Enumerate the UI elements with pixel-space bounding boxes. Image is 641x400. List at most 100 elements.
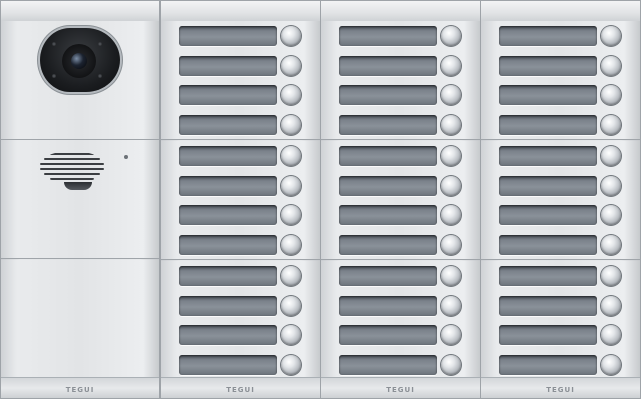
name-plate [499, 175, 597, 196]
ir-led [52, 74, 56, 78]
column-footer: TEGUI [321, 377, 480, 398]
name-plate [339, 205, 437, 225]
resident-row [499, 55, 623, 76]
name-plate [179, 234, 277, 255]
microphone-icon [64, 182, 92, 190]
name-plate [179, 26, 277, 46]
name-plate [499, 26, 597, 46]
call-button[interactable] [441, 295, 461, 316]
call-button[interactable] [441, 325, 461, 345]
ir-led [98, 42, 102, 46]
name-plate [339, 354, 437, 375]
status-led [124, 155, 128, 159]
name-plate [339, 325, 437, 345]
speaker-grille-icon [40, 151, 104, 183]
column-footer: TEGUI [1, 377, 159, 398]
call-button[interactable] [281, 266, 301, 286]
button-column-3: TEGUI [480, 0, 641, 399]
call-button[interactable] [281, 146, 301, 166]
call-button[interactable] [601, 205, 621, 225]
call-button[interactable] [281, 114, 301, 135]
ir-led [98, 74, 102, 78]
call-button[interactable] [281, 175, 301, 196]
button-module [481, 141, 640, 260]
name-plate [499, 85, 597, 105]
resident-row [179, 175, 303, 196]
resident-row [339, 354, 463, 375]
resident-row [499, 325, 623, 345]
call-button[interactable] [281, 85, 301, 105]
call-button[interactable] [441, 114, 461, 135]
resident-row [179, 234, 303, 255]
ir-led [52, 42, 56, 46]
column-footer: TEGUI [481, 377, 640, 398]
call-button[interactable] [601, 85, 621, 105]
call-button[interactable] [281, 26, 301, 46]
call-button[interactable] [441, 266, 461, 286]
call-button[interactable] [601, 266, 621, 286]
column-cap [321, 1, 480, 22]
name-plate [179, 205, 277, 225]
name-plate [499, 234, 597, 255]
resident-row [179, 354, 303, 375]
call-button[interactable] [441, 146, 461, 166]
resident-row [499, 295, 623, 316]
name-plate [179, 146, 277, 166]
call-button[interactable] [281, 325, 301, 345]
button-module [321, 141, 480, 260]
call-button[interactable] [601, 26, 621, 46]
name-plate [179, 295, 277, 316]
column-cap [161, 1, 320, 22]
name-plate [499, 114, 597, 135]
call-button[interactable] [441, 55, 461, 76]
resident-row [339, 325, 463, 345]
call-button[interactable] [601, 234, 621, 255]
call-button[interactable] [601, 146, 621, 166]
camera-icon [40, 28, 120, 92]
resident-row [499, 266, 623, 286]
name-plate [339, 26, 437, 46]
call-button[interactable] [441, 175, 461, 196]
call-button[interactable] [281, 234, 301, 255]
resident-row [499, 205, 623, 225]
call-button[interactable] [601, 295, 621, 316]
call-button[interactable] [441, 26, 461, 46]
name-plate [499, 354, 597, 375]
call-button[interactable] [601, 114, 621, 135]
resident-row [339, 146, 463, 166]
button-module [481, 261, 640, 380]
name-plate [339, 114, 437, 135]
name-plate [179, 55, 277, 76]
name-plate [499, 266, 597, 286]
name-plate [499, 205, 597, 225]
button-module [321, 21, 480, 140]
resident-row [499, 85, 623, 105]
call-button[interactable] [281, 295, 301, 316]
call-button[interactable] [441, 205, 461, 225]
call-button[interactable] [281, 205, 301, 225]
name-plate [499, 295, 597, 316]
brand-logo: TEGUI [546, 386, 575, 394]
call-button[interactable] [281, 354, 301, 375]
call-button[interactable] [601, 325, 621, 345]
column-cap [481, 1, 640, 22]
name-plate [339, 295, 437, 316]
resident-row [179, 295, 303, 316]
call-button[interactable] [441, 354, 461, 375]
name-plate [339, 85, 437, 105]
blank-module [1, 260, 159, 379]
resident-row [179, 55, 303, 76]
call-button[interactable] [601, 55, 621, 76]
name-plate [179, 114, 277, 135]
call-button[interactable] [601, 354, 621, 375]
resident-row [339, 26, 463, 46]
call-button[interactable] [281, 55, 301, 76]
call-button[interactable] [441, 85, 461, 105]
button-module [481, 21, 640, 140]
call-button[interactable] [441, 234, 461, 255]
brand-logo: TEGUI [65, 386, 95, 394]
name-plate [499, 146, 597, 166]
resident-row [179, 325, 303, 345]
resident-row [179, 266, 303, 286]
call-button[interactable] [601, 175, 621, 196]
